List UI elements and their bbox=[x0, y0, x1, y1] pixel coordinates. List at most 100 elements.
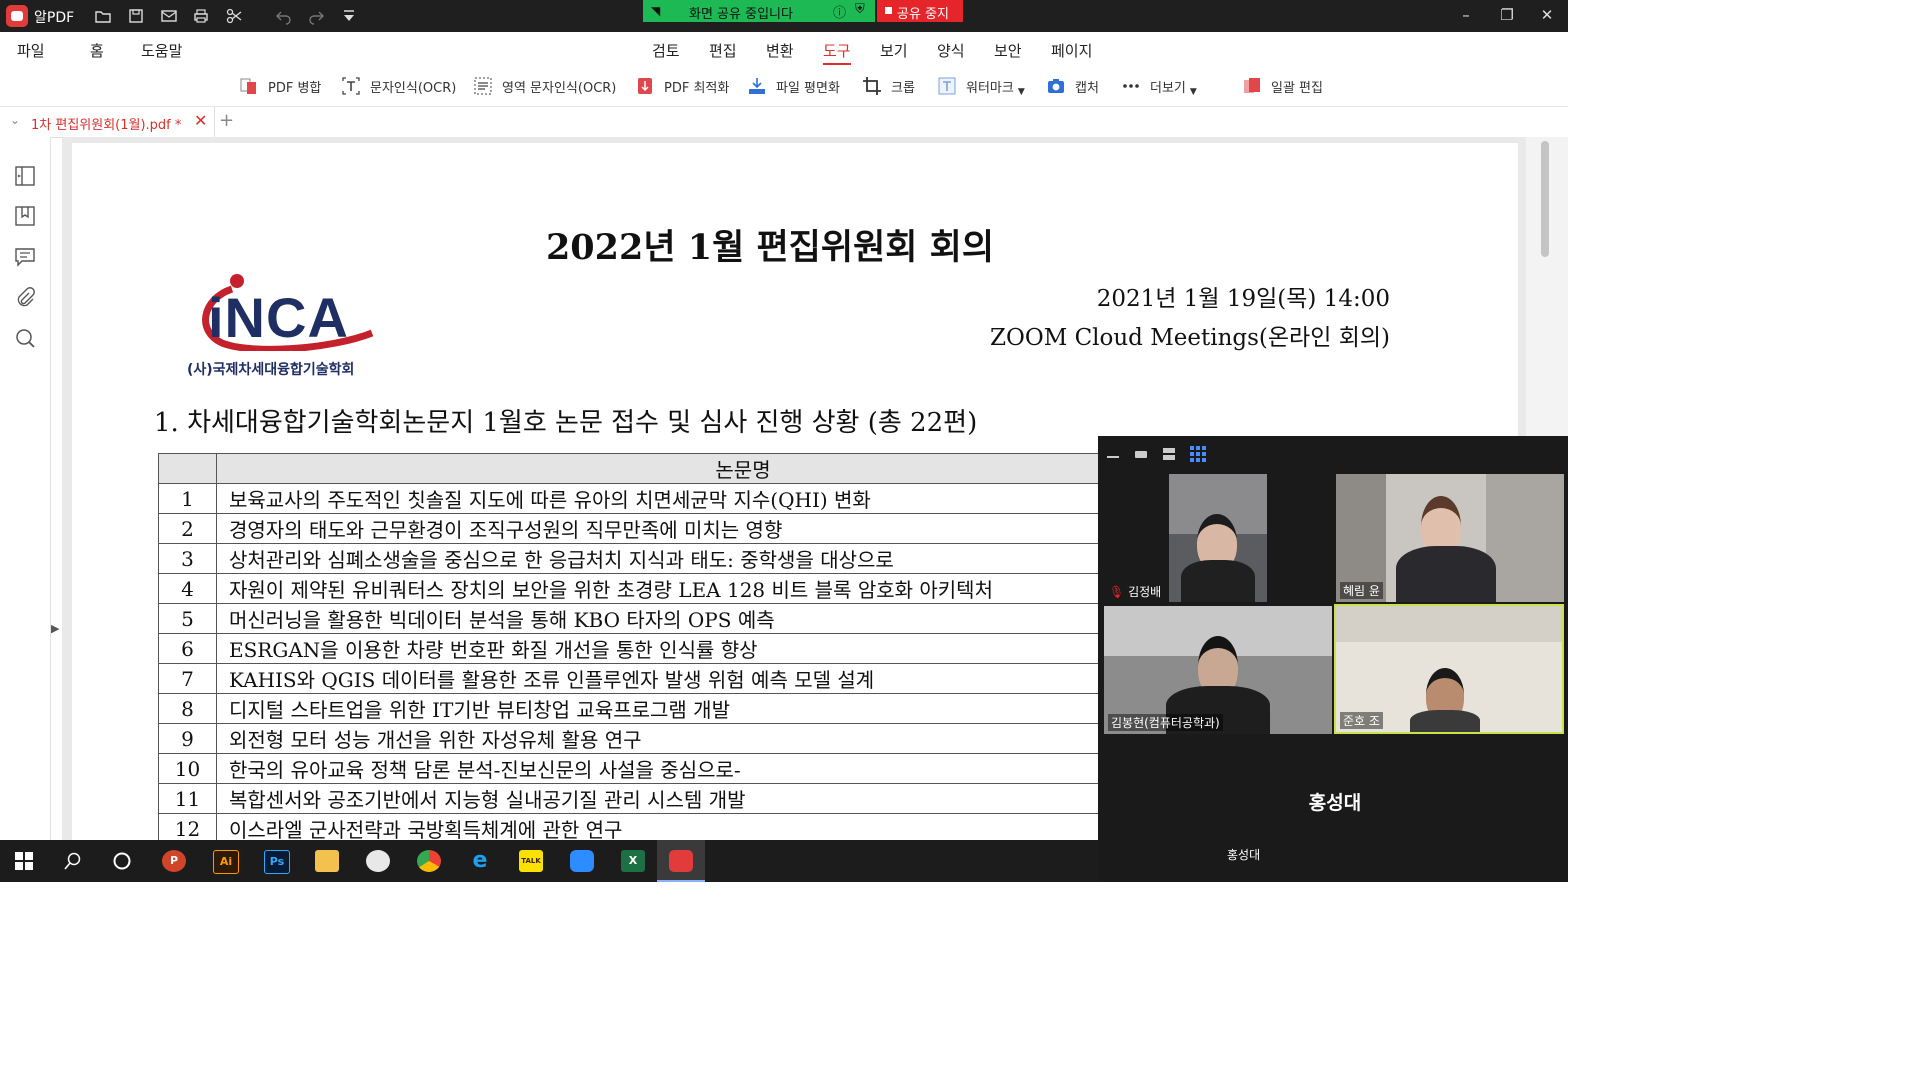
bookmark-icon[interactable] bbox=[14, 205, 36, 227]
taskbar-illustrator[interactable]: Ai bbox=[201, 840, 249, 882]
menu-tools[interactable]: 도구 bbox=[823, 40, 851, 65]
task-view-icon bbox=[113, 852, 131, 870]
paper-number-cell: 4 bbox=[158, 573, 217, 604]
video-tile-participant-1[interactable] bbox=[1169, 474, 1267, 602]
menu-edit[interactable]: 편집 bbox=[709, 40, 737, 61]
taskbar-excel[interactable]: X bbox=[609, 840, 657, 882]
paper-number-cell: 11 bbox=[158, 783, 217, 814]
more-button[interactable]: 더보기 ▼ bbox=[1122, 77, 1197, 97]
chevron-down-icon[interactable]: ⌄ bbox=[10, 113, 20, 127]
search-icon[interactable] bbox=[14, 327, 36, 349]
document-tab-name: 1차 편집위원회(1월).pdf * bbox=[31, 118, 182, 133]
taskbar-paint[interactable] bbox=[354, 840, 402, 882]
alpdf-logo-icon bbox=[6, 5, 28, 27]
minimize-video-icon[interactable] bbox=[1106, 446, 1120, 465]
taskbar-file-explorer[interactable] bbox=[303, 840, 351, 882]
video-tile-participant-5[interactable]: 홍성대 홍성대 bbox=[1220, 738, 1450, 866]
more-dropdown-icon[interactable]: ▼ bbox=[1190, 87, 1197, 97]
folder-open-icon[interactable] bbox=[94, 7, 112, 25]
undo-icon[interactable] bbox=[275, 7, 293, 25]
paper-number-cell: 8 bbox=[158, 693, 217, 724]
video-tile-participant-2[interactable]: 혜림 윤 bbox=[1336, 474, 1564, 602]
save-icon[interactable] bbox=[127, 7, 145, 25]
ocr-button[interactable]: 문자인식(OCR) bbox=[342, 76, 456, 97]
mail-icon[interactable] bbox=[160, 7, 178, 25]
cut-icon[interactable] bbox=[225, 7, 243, 25]
illustrator-icon: Ai bbox=[213, 850, 239, 874]
muted-mic-icon: 🎙︎ bbox=[1109, 585, 1125, 599]
flatten-button[interactable]: 파일 평면화 bbox=[748, 77, 840, 97]
minimize-icon[interactable]: – bbox=[1456, 6, 1476, 24]
sidebar-expand-icon[interactable]: ▶ bbox=[51, 622, 59, 635]
windows-start-button[interactable] bbox=[0, 840, 48, 882]
screen-share-banner[interactable]: ◥ 화면 공유 중입니다 ⓘ ⛨ bbox=[643, 0, 875, 22]
active-speaker-view-icon[interactable] bbox=[1134, 446, 1148, 465]
paper-number-cell: 7 bbox=[158, 663, 217, 694]
windows-start-icon bbox=[15, 852, 33, 870]
new-tab-icon[interactable]: + bbox=[219, 110, 234, 131]
page-thumbnail-icon[interactable] bbox=[14, 165, 36, 187]
stop-share-button[interactable]: 공유 중지 bbox=[877, 0, 963, 22]
share-security-icon[interactable]: ⛨ bbox=[855, 2, 865, 17]
close-icon[interactable]: ✕ bbox=[1537, 6, 1557, 24]
area-ocr-button[interactable]: 영역 문자인식(OCR) bbox=[474, 77, 616, 97]
section-heading: 1. 차세대융합기술학회논문지 1월호 논문 접수 및 심사 진행 상황 (총 … bbox=[154, 408, 978, 438]
scrollbar-thumb[interactable] bbox=[1541, 141, 1549, 257]
video-tile-participant-3[interactable]: 김봉현(컴퓨터공학과) bbox=[1104, 606, 1332, 734]
close-tab-icon[interactable]: ✕ bbox=[194, 111, 207, 130]
taskbar-chrome[interactable] bbox=[405, 840, 453, 882]
restore-icon[interactable]: ❐ bbox=[1497, 6, 1517, 24]
flatten-icon bbox=[748, 77, 766, 95]
strip-view-icon[interactable] bbox=[1162, 446, 1176, 465]
document-tab[interactable]: ⌄ 1차 편집위원회(1월).pdf * ✕ bbox=[0, 107, 215, 137]
task-view-button[interactable] bbox=[98, 840, 146, 882]
meeting-date: 2021년 1월 19일(목) 14:00 bbox=[1096, 286, 1390, 312]
taskbar-kakaotalk[interactable]: TALK bbox=[507, 840, 555, 882]
paper-number-cell: 5 bbox=[158, 603, 217, 634]
merge-pdf-icon bbox=[240, 77, 258, 95]
taskbar-internet-explorer[interactable]: e bbox=[456, 840, 504, 882]
menu-review[interactable]: 검토 bbox=[652, 40, 680, 61]
merge-pdf-button[interactable]: PDF 병합 bbox=[240, 77, 321, 97]
menu-page[interactable]: 페이지 bbox=[1051, 40, 1092, 61]
menu-form[interactable]: 양식 bbox=[937, 40, 965, 61]
paper-number-cell: 9 bbox=[158, 723, 217, 754]
taskbar-alpdf[interactable] bbox=[657, 840, 705, 882]
watermark-button[interactable]: 워터마크 ▼ bbox=[938, 77, 1025, 97]
batch-edit-button[interactable]: 일괄 편집 bbox=[1243, 77, 1323, 97]
taskbar-photoshop[interactable]: Ps bbox=[252, 840, 300, 882]
customize-dropdown-icon[interactable] bbox=[340, 7, 358, 25]
participant-4-name: 준호 조 bbox=[1340, 712, 1383, 729]
watermark-dropdown-icon[interactable]: ▼ bbox=[1018, 87, 1025, 97]
app-name: 알PDF bbox=[34, 10, 75, 26]
print-icon[interactable] bbox=[192, 7, 210, 25]
menu-view[interactable]: 보기 bbox=[880, 40, 908, 61]
menu-security[interactable]: 보안 bbox=[994, 40, 1022, 61]
taskbar-search-button[interactable] bbox=[49, 840, 97, 882]
menu-help[interactable]: 도움말 bbox=[141, 40, 182, 61]
capture-button[interactable]: 캡처 bbox=[1047, 77, 1099, 97]
share-info-icon[interactable]: ⓘ bbox=[833, 2, 846, 21]
participant-2-name: 혜림 윤 bbox=[1340, 582, 1383, 599]
optimize-pdf-button[interactable]: PDF 최적화 bbox=[636, 77, 729, 97]
menu-file[interactable]: 파일 bbox=[17, 40, 45, 61]
photoshop-icon: Ps bbox=[264, 850, 290, 874]
attachment-icon[interactable] bbox=[14, 287, 36, 309]
zoom-icon bbox=[570, 850, 594, 872]
menu-home[interactable]: 홈 bbox=[90, 40, 104, 61]
video-tile-participant-4[interactable]: 준호 조 bbox=[1334, 604, 1564, 734]
header-number-cell bbox=[158, 453, 217, 484]
taskbar-powerpoint[interactable]: P bbox=[150, 840, 198, 882]
crop-button[interactable]: 크롭 bbox=[863, 76, 915, 97]
batch-edit-icon bbox=[1243, 77, 1261, 95]
taskbar-zoom[interactable] bbox=[558, 840, 606, 882]
paper-number-cell: 2 bbox=[158, 513, 217, 544]
kakaotalk-icon: TALK bbox=[519, 850, 543, 872]
optimize-pdf-icon bbox=[636, 77, 654, 95]
menu-convert[interactable]: 변환 bbox=[766, 40, 794, 61]
redo-icon[interactable] bbox=[307, 7, 325, 25]
paper-number-cell: 6 bbox=[158, 633, 217, 664]
logo-wordmark: iNCA bbox=[208, 286, 349, 349]
comment-icon[interactable] bbox=[14, 246, 36, 268]
gallery-view-icon[interactable] bbox=[1190, 446, 1206, 466]
